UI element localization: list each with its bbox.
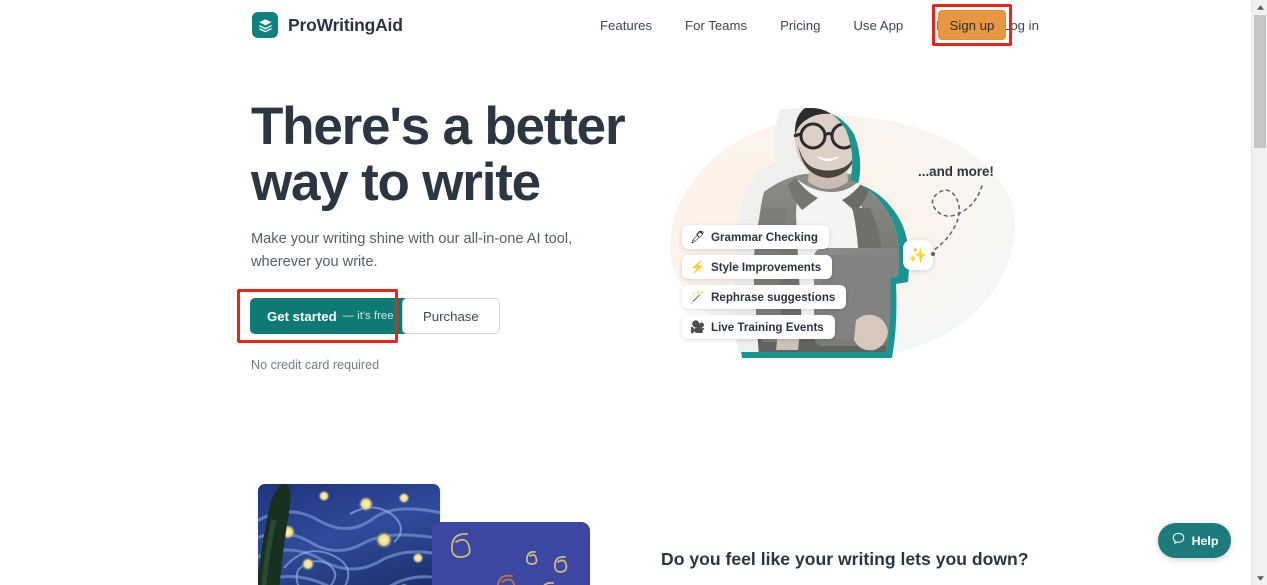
- brand-name: ProWritingAid: [288, 14, 403, 35]
- nav-item-pricing[interactable]: Pricing: [780, 12, 820, 39]
- and-more-label: ...and more!: [918, 164, 994, 179]
- purchase-button[interactable]: Purchase: [402, 298, 500, 334]
- hero-illustration: 🖊 Grammar Checking ⚡ Style Improvements …: [640, 88, 1040, 378]
- vertical-scrollbar[interactable]: [1251, 0, 1267, 585]
- dashed-arrow-icon: [930, 185, 983, 257]
- no-credit-card-note: No credit card required: [251, 358, 380, 372]
- feature-pill-live-training-events: 🎥 Live Training Events: [682, 315, 835, 339]
- hero-title: There's a better way to write: [251, 97, 626, 212]
- feature-pill-list: 🖊 Grammar Checking ⚡ Style Improvements …: [682, 225, 847, 339]
- book-layers-icon: [252, 12, 278, 38]
- brand-logo-link[interactable]: ProWritingAid: [252, 12, 403, 38]
- chat-bubble-icon: [1171, 531, 1186, 551]
- page-content: ProWritingAid Features For Teams Pricing…: [0, 0, 1251, 585]
- scroll-down-arrow[interactable]: [1252, 571, 1267, 585]
- starry-night-painting: [258, 484, 440, 585]
- nav-item-features[interactable]: Features: [600, 12, 652, 39]
- nav-item-for-teams[interactable]: For Teams: [685, 12, 747, 39]
- get-started-sublabel: — it's free: [342, 310, 394, 322]
- feature-pill-label: Live Training Events: [711, 320, 824, 334]
- site-header: ProWritingAid Features For Teams Pricing…: [0, 0, 1251, 50]
- help-label: Help: [1191, 533, 1219, 548]
- scroll-up-arrow[interactable]: [1252, 0, 1267, 14]
- get-started-label: Get started: [267, 308, 337, 324]
- bolt-icon: ⚡: [690, 260, 705, 274]
- hero-subtitle: Make your writing shine with our all-in-…: [251, 231, 573, 270]
- camera-icon: 🎥: [690, 320, 705, 334]
- feature-pill-label: Style Improvements: [711, 260, 822, 274]
- nav-item-use-app[interactable]: Use App: [853, 12, 903, 39]
- wand-icon: 🪄: [690, 290, 705, 304]
- feature-pill-label: Rephrase suggestions: [711, 290, 836, 304]
- scrollbar-thumb[interactable]: [1254, 15, 1266, 148]
- pen-icon: 🖊: [690, 230, 706, 244]
- browser-viewport: ProWritingAid Features For Teams Pricing…: [0, 0, 1267, 585]
- feature-pill-rephrase-suggestions: 🪄 Rephrase suggestions: [682, 285, 847, 309]
- section-question-heading: Do you feel like your writing lets you d…: [661, 549, 1029, 569]
- feature-pill-style-improvements: ⚡ Style Improvements: [682, 255, 833, 279]
- get-started-button[interactable]: Get started — it's free: [250, 298, 411, 334]
- blue-doodle-card: [432, 522, 590, 585]
- feature-pill-grammar-checking: 🖊 Grammar Checking: [682, 225, 829, 249]
- signup-button-group: Sign up: [932, 4, 1012, 46]
- feature-pill-label: Grammar Checking: [711, 230, 818, 244]
- sign-up-button[interactable]: Sign up: [938, 10, 1006, 40]
- help-chat-button[interactable]: Help: [1158, 523, 1231, 558]
